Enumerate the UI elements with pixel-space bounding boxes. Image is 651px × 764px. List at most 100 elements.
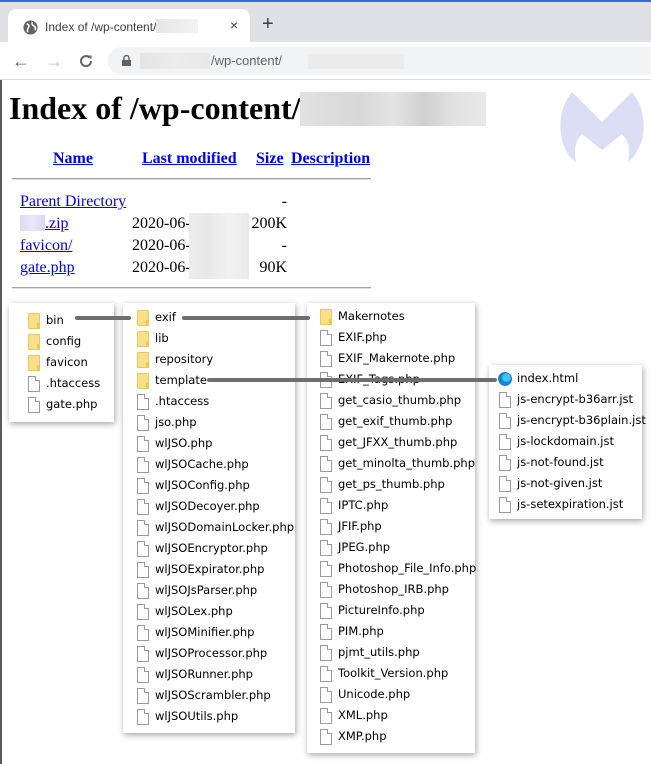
file-icon [137, 646, 149, 662]
file-icon [320, 729, 332, 745]
item-name: wlJSOLex.php [155, 604, 233, 618]
item-name: wlJSOCache.php [155, 457, 249, 471]
connector-bin-to-panel [75, 316, 131, 320]
item-name: jso.php [155, 415, 197, 429]
redacted-date [189, 235, 249, 257]
item-name: EXIF_Makernote.php [338, 351, 456, 365]
folder-icon [137, 373, 149, 389]
file-link[interactable]: gate.php [20, 259, 75, 277]
malwarebytes-logo-icon [560, 92, 644, 162]
column-header-name[interactable]: Name [53, 150, 93, 168]
reload-icon[interactable] [78, 53, 94, 69]
file-icon [499, 413, 511, 429]
file-icon [320, 351, 332, 367]
item-name: wlJSOProcessor.php [155, 646, 268, 660]
file-icon [28, 376, 40, 392]
folder-icon [28, 355, 40, 371]
browser-toolbar: ← → /wp-content/ [0, 42, 651, 80]
explorer-panel-root: bin config favicon .htaccess gate.php [9, 303, 114, 422]
file-icon [137, 709, 149, 725]
folder-icon [137, 310, 149, 326]
divider [12, 178, 371, 180]
file-icon [137, 667, 149, 683]
page-title: Index of /wp-content/ [9, 90, 301, 126]
back-button[interactable]: ← [12, 51, 30, 71]
table-row: .zip 2020-06- 200K [0, 213, 380, 237]
file-icon [28, 397, 40, 413]
file-icon [137, 394, 149, 410]
item-name: js-encrypt-b36plain.jst [517, 413, 646, 427]
item-name: wlJSODomainLocker.php [155, 520, 295, 534]
file-icon [137, 562, 149, 578]
file-icon [320, 540, 332, 556]
item-name: get_ps_thumb.php [338, 477, 445, 491]
item-name: wlJSOExpirator.php [155, 562, 265, 576]
file-icon [137, 499, 149, 515]
file-icon [320, 561, 332, 577]
explorer-panel-exif: MakernotesEXIF.phpEXIF_Makernote.phpEXIF… [307, 303, 477, 753]
file-link[interactable]: .zip [20, 215, 69, 233]
item-name: wlJSOUtils.php [155, 709, 239, 723]
item-name: wlJSOEncryptor.php [155, 541, 268, 555]
file-size: 90K [259, 259, 287, 276]
file-icon [320, 414, 332, 430]
item-name: template [155, 373, 207, 387]
column-header-size[interactable]: Size [256, 150, 284, 168]
file-icon [320, 687, 332, 703]
connector-template-to-panel [207, 378, 497, 382]
item-name: js-setexpiration.jst [517, 497, 624, 511]
file-link[interactable]: favicon/ [20, 237, 72, 255]
item-name: wlJSODecoyer.php [155, 499, 260, 513]
item-name: js-not-given.jst [517, 476, 603, 490]
globe-icon [23, 20, 38, 35]
file-icon [499, 497, 511, 513]
explorer-panel-template: index.html js-encrypt-b36arr.jst js-encryp… [489, 365, 646, 519]
item-name: IPTC.php [338, 498, 389, 512]
redacted-title [300, 92, 486, 126]
forward-button[interactable]: → [45, 51, 63, 71]
file-icon [137, 688, 149, 704]
item-name: wlJSOMinifier.php [155, 625, 255, 639]
file-size: 200K [251, 215, 287, 232]
folder-icon [28, 313, 40, 329]
file-icon [137, 520, 149, 536]
file-icon [320, 435, 332, 451]
file-icon [320, 666, 332, 682]
file-icon [137, 541, 149, 557]
file-icon [320, 456, 332, 472]
folder-icon [137, 352, 149, 368]
window-border [0, 80, 2, 764]
file-icon [499, 455, 511, 471]
item-name: Photoshop_File_Info.php [338, 561, 477, 575]
file-size: - [281, 193, 287, 210]
table-row: Parent Directory - [0, 193, 380, 215]
file-icon [499, 476, 511, 492]
file-icon [137, 625, 149, 641]
column-header-description[interactable]: Description [291, 150, 370, 168]
file-icon [320, 519, 332, 535]
item-name: XML.php [338, 708, 388, 722]
parent-directory-link[interactable]: Parent Directory [20, 193, 126, 211]
file-icon [137, 436, 149, 452]
browser-tab[interactable]: Index of /wp-content/ × [8, 9, 250, 45]
item-name: XMP.php [338, 729, 387, 743]
close-tab-icon[interactable]: × [230, 17, 238, 33]
column-header-last-modified[interactable]: Last modified [142, 150, 237, 168]
new-tab-button[interactable]: + [262, 14, 274, 34]
file-icon [499, 392, 511, 408]
file-icon [320, 582, 332, 598]
lock-icon [122, 55, 131, 66]
divider [12, 287, 371, 289]
address-bar[interactable]: /wp-content/ [108, 47, 651, 75]
item-name: wlJSOConfig.php [155, 478, 250, 492]
item-name: EXIF.php [338, 330, 387, 344]
table-row: favicon/ 2020-06- - [0, 235, 380, 259]
item-name: .htaccess [155, 394, 210, 408]
tab-strip: Index of /wp-content/ × + [0, 2, 651, 45]
item-name: get_JFXX_thumb.php [338, 435, 458, 449]
file-size: - [281, 237, 287, 254]
modified-date: 2020-06- [132, 259, 191, 276]
folder-icon [137, 331, 149, 347]
item-name: get_casio_thumb.php [338, 393, 462, 407]
folder-icon [320, 309, 332, 325]
